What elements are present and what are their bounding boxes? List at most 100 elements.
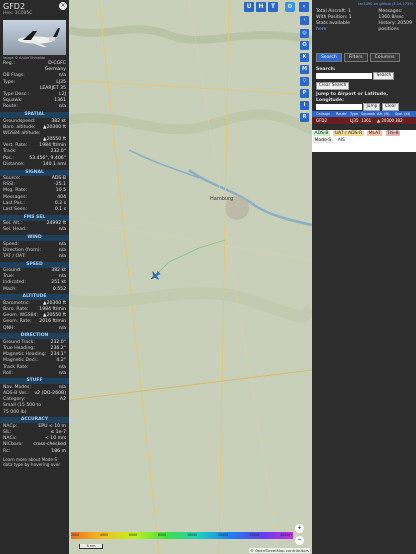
section-header[interactable]: DIRECTION [0, 333, 69, 340]
legend-tisb[interactable]: TIS-B [385, 131, 401, 136]
detail-key: QNH: [3, 325, 16, 331]
map-button-r[interactable]: R [300, 113, 309, 122]
zoom-out-button[interactable]: − [295, 536, 304, 545]
stats-block: Total Aircraft: 1 With Position: 1 Stats… [312, 6, 416, 33]
search-input[interactable] [316, 73, 372, 79]
cell-type: LJ35 [350, 118, 359, 123]
alt-tick-3: 8000 [158, 533, 167, 537]
detail-key: TAT / OAT: [3, 253, 26, 259]
detail-value: n/a [58, 104, 66, 110]
section-header[interactable]: FMS SEL [0, 214, 69, 221]
map-button-u[interactable]: U [244, 2, 254, 12]
detail-value: n/a [58, 325, 66, 331]
map-button-m[interactable]: M [300, 65, 309, 74]
detail-value: 0.552 [52, 286, 66, 292]
tab-filters[interactable]: Filters [343, 53, 368, 62]
jump-label: Jump to Airport or Latitude, Longitude: [316, 92, 388, 103]
aircraft-detail-panel: GFD2 Hex: 3C085C × Image © Andre Ehmelde… [0, 0, 69, 554]
cell-altitude: ▲ 20300 [377, 118, 395, 123]
legend-mlat[interactable]: MLAT [367, 131, 383, 136]
map-button-i[interactable]: I [300, 101, 309, 110]
cell-speed: 382 [395, 118, 403, 123]
filter-icon[interactable]: ▽ [300, 77, 309, 86]
detail-key: Mach: [3, 286, 17, 292]
detail-value: 0.1 s [54, 206, 66, 212]
detail-key: Rc: [3, 448, 11, 454]
panel-tabs: Search Filters Columns [316, 53, 400, 62]
detail-key: Last Seen: [3, 206, 28, 212]
aircraft-table: Callsign Route Type Squawk Alt. (ft) Spd… [312, 111, 416, 124]
section-header[interactable]: SIGNAL [0, 169, 69, 176]
section-header[interactable]: STUFF [0, 378, 69, 385]
tab-columns[interactable]: Columns [369, 53, 400, 62]
map-button-k[interactable]: K [300, 53, 309, 62]
detail-key: Reg.: [3, 61, 15, 66]
detail-footer: Learn more about Mode S data type by hov… [3, 456, 61, 467]
clear-search-button[interactable]: Clear Search [316, 82, 350, 90]
detail-key: Roll: [3, 370, 13, 376]
scale-bar: 5 nm [79, 544, 103, 549]
altitude-legend: 2000 4000 6000 8000 10000 20000 30000 40… [71, 532, 293, 539]
aircraft-photo[interactable] [3, 20, 66, 55]
close-button[interactable]: × [59, 2, 67, 10]
legend-adsb[interactable]: ADS-B [313, 131, 330, 136]
tab-search[interactable]: Search [316, 53, 342, 62]
detail-row: QNH: n/a [0, 326, 69, 332]
jump-input[interactable] [316, 104, 362, 110]
map-button-h[interactable]: H [256, 2, 266, 12]
source-legend: ADS-B UAT / ADS-R MLAT TIS-B Mode-S AIS [312, 130, 416, 152]
map-attribution: © OpenStreetMap contributors [249, 548, 310, 553]
alt-tick-4: 10000 [187, 533, 198, 537]
detail-value: ▲20300 ft [43, 124, 66, 130]
back-icon[interactable]: ‹ [300, 16, 309, 25]
section-header[interactable]: SPEED [0, 261, 69, 268]
cell-callsign: GFD2 [316, 118, 328, 123]
legend-ais[interactable]: AIS [336, 138, 347, 143]
map-button-p[interactable]: P [300, 89, 309, 98]
zoom-in-button[interactable]: + [295, 524, 304, 533]
section-header[interactable]: WIND [0, 235, 69, 241]
legend-uat[interactable]: UAT / ADS-R [333, 131, 364, 136]
detail-value: A2 [59, 397, 66, 403]
table-row[interactable]: GFD2 LJ35 1361 ▲ 20300 382 [312, 117, 416, 124]
map-button-o[interactable]: O [300, 41, 309, 50]
detail-row: Route: n/a [0, 104, 69, 110]
alt-tick-0: 2000 [71, 533, 80, 537]
detail-row: Last Seen: 0.1 s [0, 207, 69, 213]
detail-key: Route: [3, 104, 18, 110]
aircraft-photo-image [18, 28, 60, 47]
search-button[interactable]: Search [373, 72, 395, 80]
jump-button[interactable]: Jump [363, 103, 381, 111]
settings-icon[interactable]: ⚙ [285, 2, 295, 12]
map-view[interactable]: Hamburg U H T ⚙ ‹ ‹ ◎ O K M ▽ P I R + − … [69, 0, 312, 554]
map-button-t[interactable]: T [268, 2, 278, 12]
hex-code: Hex: 3C085C [3, 11, 33, 16]
city-label: Hamburg [210, 196, 233, 202]
detail-key: Distance: [3, 161, 25, 167]
collapse-left-icon[interactable]: ‹ [299, 2, 309, 12]
detail-value: n/a [58, 253, 66, 259]
alt-tick-2: 6000 [129, 533, 138, 537]
aircraft-list-panel: tar1090 on github (3.14.1739) Total Airc… [312, 0, 416, 554]
section-header[interactable]: ALTITUDE [0, 294, 69, 301]
center-icon[interactable]: ◎ [300, 29, 309, 38]
alt-tick-1: 4000 [100, 533, 109, 537]
clear-jump-button[interactable]: Clear [381, 103, 400, 111]
map-canvas: Hamburg [69, 0, 312, 554]
detail-value: 140.1 nmi [42, 161, 66, 167]
detail-row: Sel. Head.: n/a [0, 227, 69, 233]
detail-value: 186 m [51, 448, 66, 454]
history-value: positions [378, 27, 399, 32]
detail-row: TAT / OAT: n/a [0, 254, 69, 260]
detail-row: Distance: 140.1 nmi [0, 162, 69, 168]
legend-modes[interactable]: Mode-S [313, 138, 333, 143]
detail-key: Sel. Head.: [3, 227, 28, 233]
detail-value: n/a [58, 370, 66, 376]
search-area: Search: Search Clear Search Jump to Airp… [316, 67, 414, 111]
section-header[interactable]: ACCURACY [0, 417, 69, 424]
callsign: GFD2 [3, 2, 26, 11]
stats-link[interactable]: here [316, 27, 352, 33]
cell-route [336, 117, 350, 124]
detail-row: 75 000 lb) [0, 410, 69, 416]
section-header[interactable]: SPATIAL [0, 112, 69, 118]
